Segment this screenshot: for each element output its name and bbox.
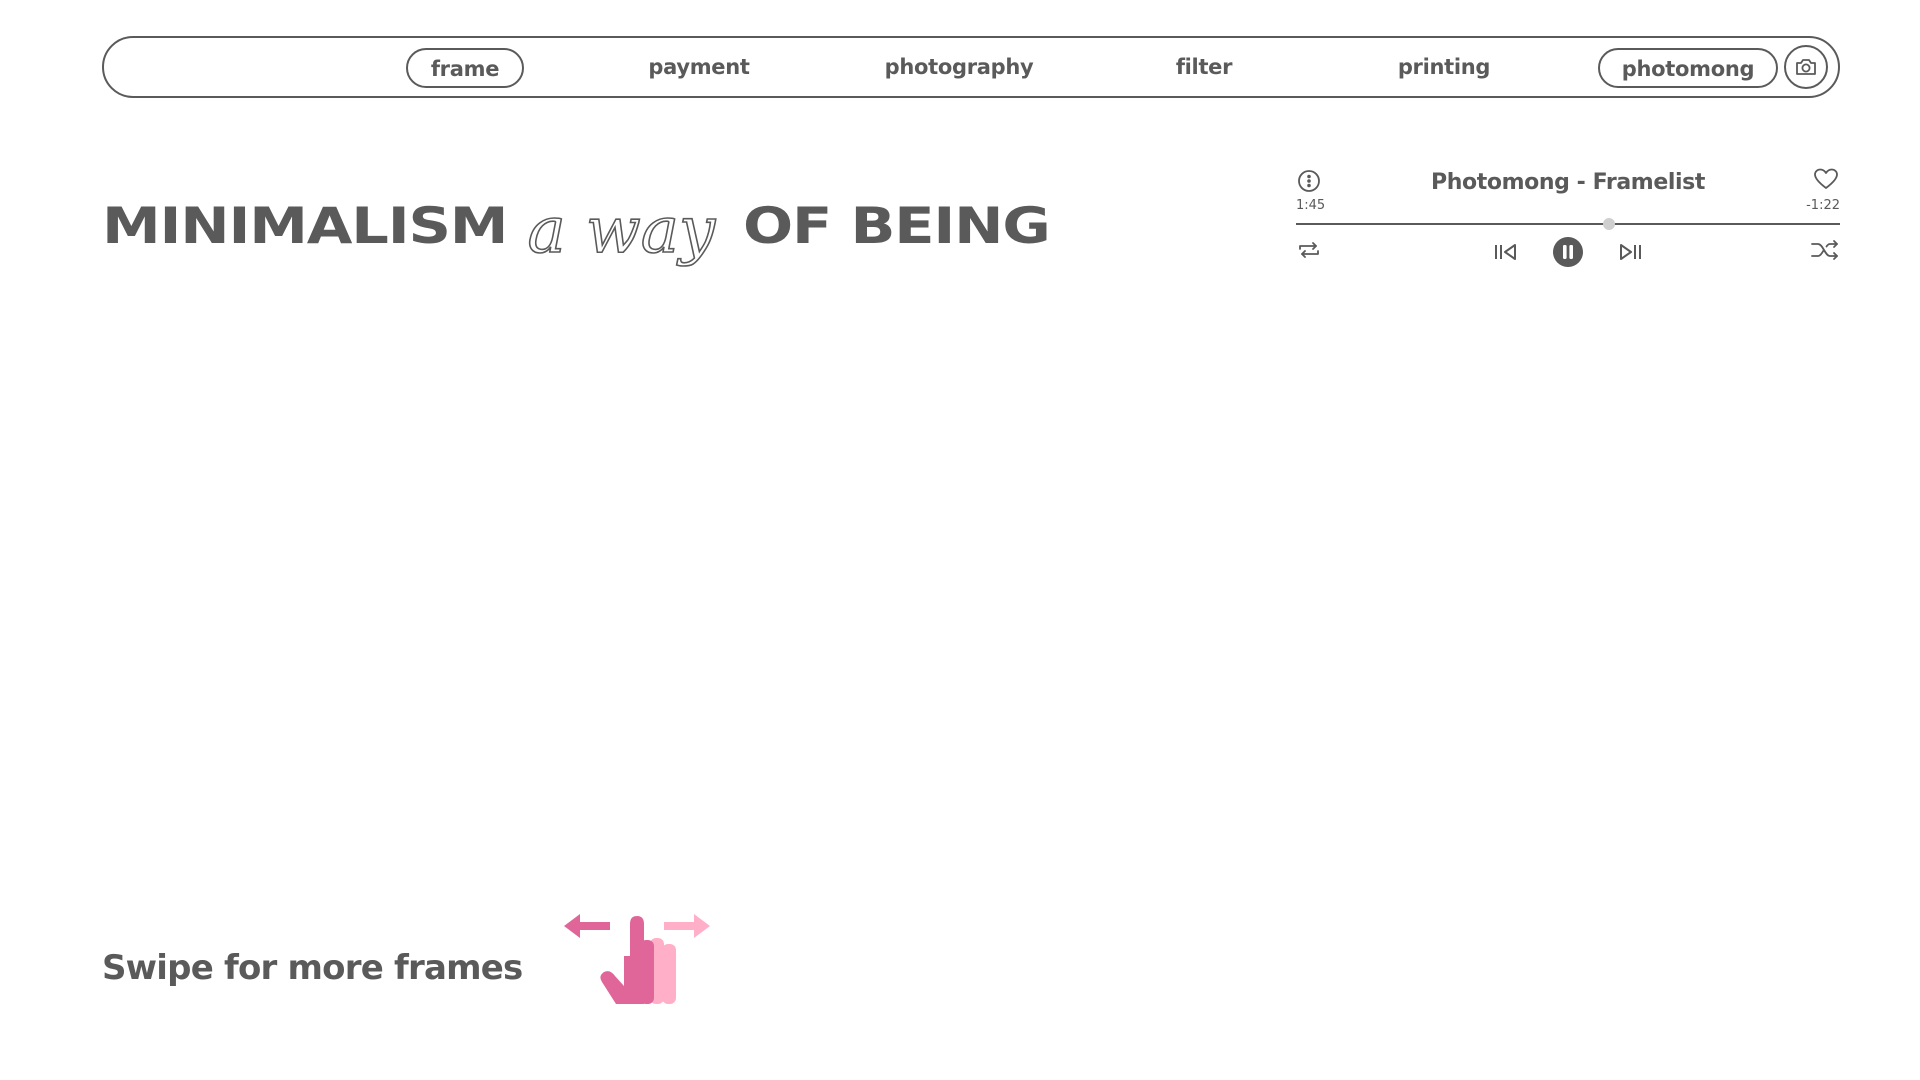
- repeat-button[interactable]: [1296, 238, 1322, 262]
- remaining-time: -1:22: [1806, 198, 1840, 213]
- shuffle-button[interactable]: [1810, 238, 1840, 262]
- progress-thumb[interactable]: [1603, 218, 1616, 230]
- info-icon: [1298, 170, 1320, 192]
- nav-item-payment[interactable]: payment: [624, 48, 774, 88]
- track-title: Photomong - Framelist: [1431, 170, 1705, 195]
- nav-item-photography[interactable]: photography: [864, 48, 1054, 88]
- camera-button[interactable]: [1784, 45, 1828, 89]
- progress-track[interactable]: [1296, 218, 1840, 230]
- nav-item-frame[interactable]: frame: [406, 48, 524, 88]
- swipe-hint-text: Swipe for more frames: [102, 948, 523, 988]
- top-nav: frame payment photography filter printin…: [102, 36, 1840, 98]
- elapsed-time: 1:45: [1296, 198, 1326, 213]
- nav-item-photomong[interactable]: photomong: [1598, 48, 1778, 88]
- pause-icon: [1553, 237, 1583, 267]
- next-icon: [1620, 244, 1641, 260]
- pause-button[interactable]: [1552, 236, 1584, 268]
- music-player: Photomong - Framelist 1:45 -1:22: [1296, 166, 1840, 276]
- like-button[interactable]: [1812, 166, 1840, 192]
- headline-script-a-way: a way: [527, 193, 716, 269]
- headline-of-being: OF BEING: [743, 197, 1051, 255]
- camera-icon: [1796, 59, 1816, 75]
- swipe-hand-icon: [564, 914, 710, 1004]
- nav-item-filter[interactable]: filter: [1154, 48, 1254, 88]
- previous-button[interactable]: [1492, 238, 1520, 266]
- next-button[interactable]: [1616, 238, 1644, 266]
- heart-icon: [1814, 168, 1838, 189]
- nav-item-printing[interactable]: printing: [1374, 48, 1514, 88]
- shuffle-icon: [1811, 240, 1838, 260]
- headline-minimalism: MINIMALISM: [102, 197, 509, 255]
- info-button[interactable]: [1296, 168, 1322, 194]
- repeat-icon: [1299, 242, 1319, 258]
- headline: MINIMALISM a way OF BEING: [102, 176, 1051, 276]
- previous-icon: [1495, 244, 1516, 260]
- page: frame payment photography filter printin…: [0, 0, 1920, 1080]
